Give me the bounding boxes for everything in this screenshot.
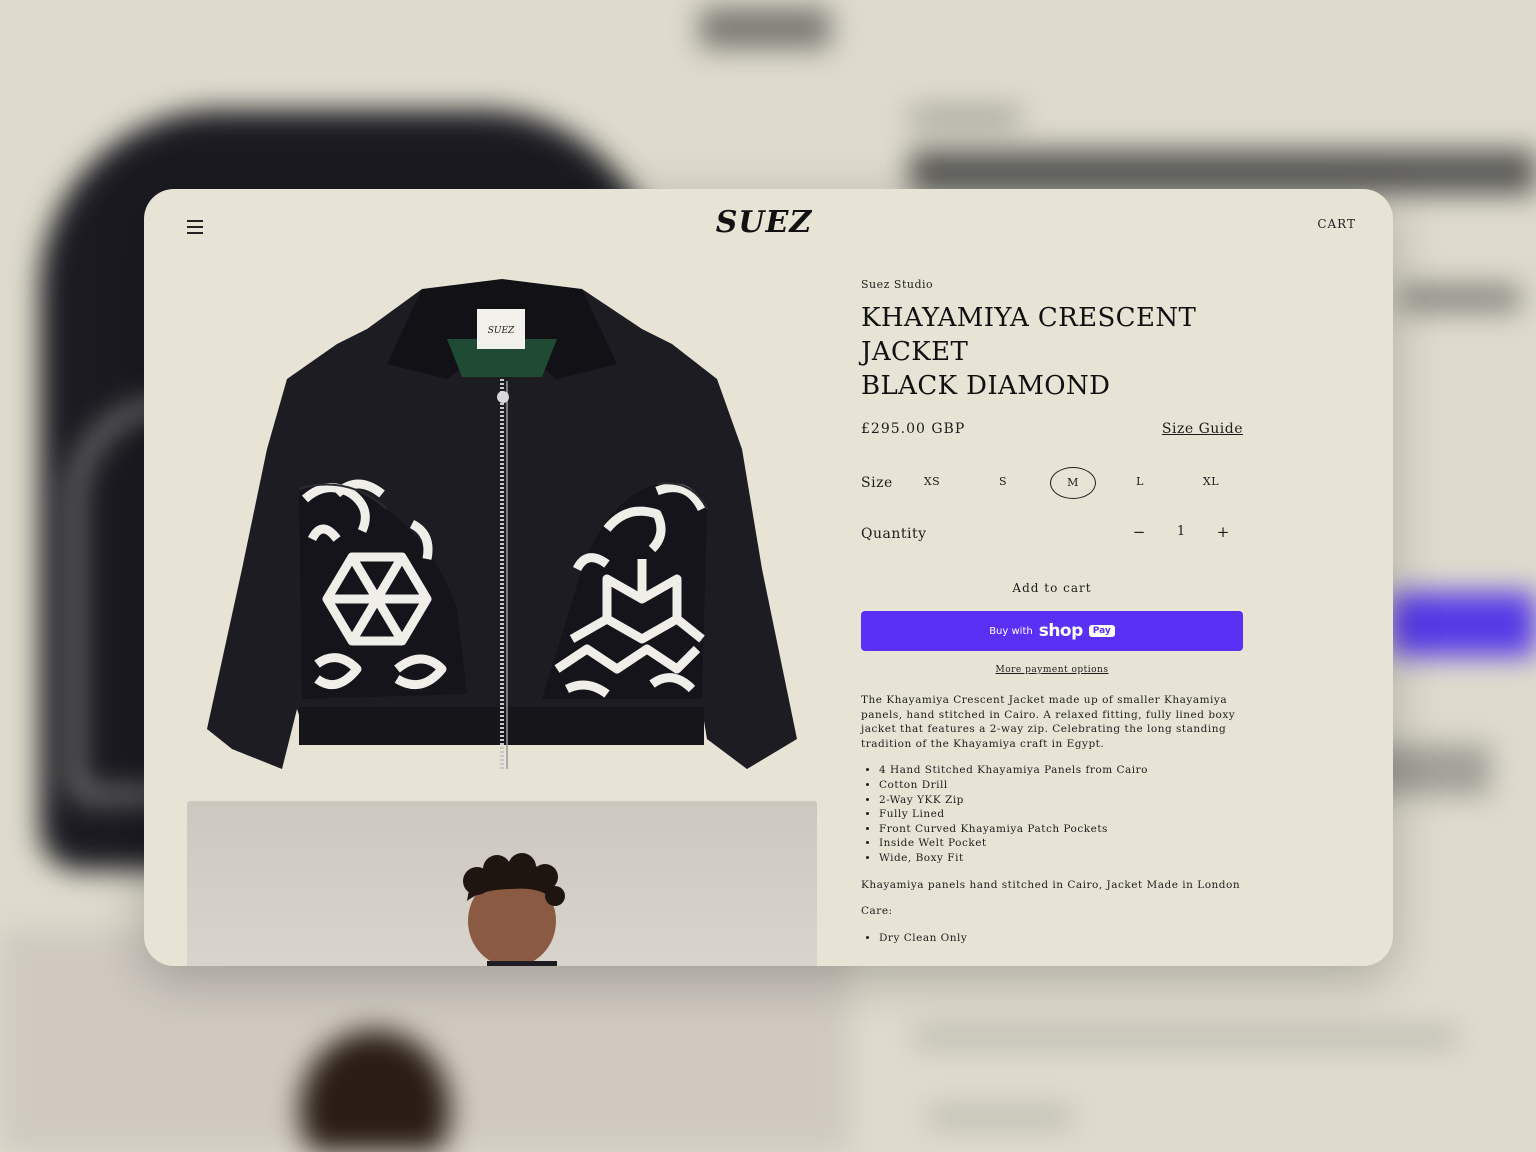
quantity-input[interactable]: 1 (1173, 519, 1189, 545)
product-info: Suez Studio KHAYAMIYA CRESCENT JACKET BL… (861, 278, 1243, 957)
size-guide-link[interactable]: Size Guide (1162, 421, 1243, 437)
list-item: Cotton Drill (879, 778, 1243, 793)
product-image-jacket[interactable]: SUEZ (187, 269, 817, 779)
care-label: Care: (861, 905, 893, 918)
vendor-name: Suez Studio (861, 278, 934, 291)
list-item: Dry Clean Only (879, 931, 1243, 946)
product-title-line-1: KHAYAMIYA CRESCENT JACKET (861, 303, 1197, 367)
size-label: Size (861, 475, 893, 491)
cart-link[interactable]: CART (1317, 217, 1356, 231)
product-description: The Khayamiya Crescent Jacket made up of… (861, 693, 1243, 945)
origin-note: Khayamiya panels hand stitched in Cairo,… (861, 878, 1241, 891)
feature-list: 4 Hand Stitched Khayamiya Panels from Ca… (861, 763, 1243, 865)
list-item: Fully Lined (879, 807, 1243, 822)
pay-badge: Pay (1088, 625, 1115, 637)
list-item: Inside Welt Pocket (879, 836, 1243, 851)
list-item: Front Curved Khayamiya Patch Pockets (879, 822, 1243, 837)
shop-logo: shop (1038, 621, 1084, 641)
product-title: KHAYAMIYA CRESCENT JACKET BLACK DIAMOND (861, 301, 1243, 403)
product-image-model[interactable] (187, 801, 817, 966)
list-item: 4 Hand Stitched Khayamiya Panels from Ca… (879, 763, 1243, 778)
list-item: Wide, Boxy Fit (879, 851, 1243, 866)
size-selector: Size XS S M L XL (861, 463, 1243, 503)
brand-logo[interactable]: SUEZ (704, 205, 824, 240)
shop-pay-button[interactable]: Buy with shop Pay (861, 611, 1243, 651)
product-page-window: SUEZ CART SUEZ Suez Studio KHAYAMIYA CRE… (144, 189, 1393, 966)
size-option-xs[interactable]: XS (910, 467, 954, 497)
decrease-quantity-button[interactable]: − (1127, 517, 1151, 547)
menu-icon[interactable] (184, 217, 208, 237)
add-to-cart-button[interactable]: Add to cart (861, 573, 1243, 603)
size-option-xl[interactable]: XL (1189, 467, 1233, 497)
size-option-l[interactable]: L (1118, 467, 1162, 497)
care-list: Dry Clean Only (861, 931, 1243, 946)
product-price: £295.00 GBP (861, 421, 966, 437)
size-option-m[interactable]: M (1050, 467, 1096, 499)
increase-quantity-button[interactable]: + (1211, 517, 1235, 547)
size-option-s[interactable]: S (981, 467, 1025, 497)
description-text: The Khayamiya Crescent Jacket made up of… (861, 694, 1236, 750)
jacket-label: SUEZ (488, 326, 515, 336)
product-title-line-2: BLACK DIAMOND (861, 371, 1111, 401)
shop-pay-prefix: Buy with (989, 625, 1033, 637)
quantity-label: Quantity (861, 526, 927, 542)
quantity-stepper: Quantity − 1 + (861, 515, 1243, 555)
more-payment-options-link[interactable]: More payment options (861, 665, 1243, 675)
list-item: 2-Way YKK Zip (879, 793, 1243, 808)
